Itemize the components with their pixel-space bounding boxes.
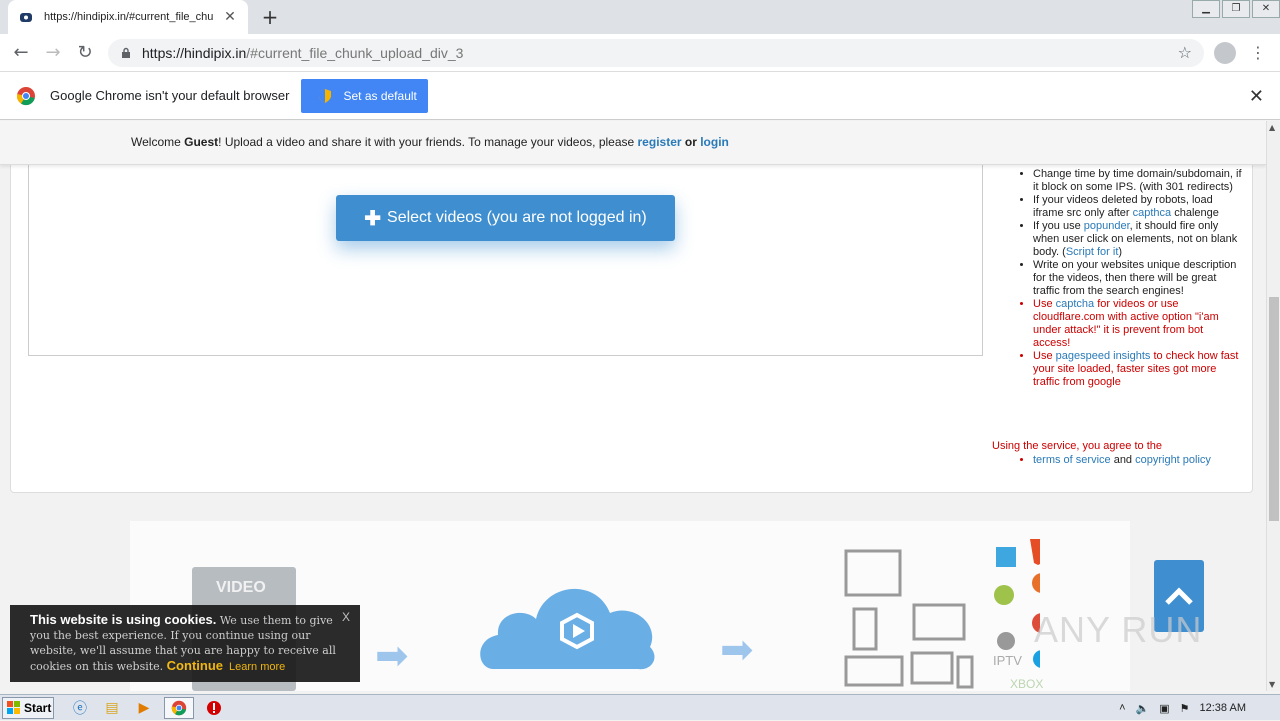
cookie-continue-button[interactable]: Continue [167, 658, 223, 673]
cloud-upload-icon [480, 588, 655, 670]
pagespeed-link[interactable]: pagespeed insights [1056, 350, 1151, 362]
restore-icon[interactable]: ❐ [1222, 0, 1250, 18]
tips-list: Change time by time domain/subdomain, if… [1015, 168, 1243, 389]
page-viewport: ✚ Select videos (you are not logged in) … [0, 121, 1266, 691]
shield-icon [319, 88, 332, 103]
select-videos-button[interactable]: ✚ Select videos (you are not logged in) [336, 195, 675, 241]
welcome-bar: Welcome Guest! Upload a video and share … [0, 121, 1266, 165]
tab-strip: https://hindipix.in/#current_file_chu ✕ … [0, 0, 1280, 34]
back-icon[interactable]: ← [8, 41, 34, 65]
tip-item: If you use popunder, it should fire only… [1033, 220, 1243, 259]
chevron-up-icon [1165, 587, 1193, 605]
tip-item: Write on your websites unique descriptio… [1033, 259, 1243, 298]
lock-icon [122, 47, 130, 58]
default-browser-infobar: Google Chrome isn't your default browser… [0, 72, 1280, 120]
system-tray: ˄ 🔈 ▣ ⚑ 12:38 AM [1119, 695, 1280, 721]
infobar-close-icon[interactable]: ✕ [1249, 86, 1264, 107]
script-link[interactable]: Script for it [1066, 246, 1119, 258]
tab-title: https://hindipix.in/#current_file_chu [44, 11, 214, 23]
copyright-link[interactable]: copyright policy [1135, 454, 1211, 466]
xbox-label: XBOX [1010, 677, 1044, 691]
taskbar-clock[interactable]: 12:38 AM [1200, 702, 1246, 714]
agreement-heading: Using the service, you agree to the [992, 440, 1162, 452]
video-label: VIDEO [216, 579, 266, 596]
agreement-item: terms of service and copyright policy [1033, 454, 1211, 466]
scroll-up-icon[interactable]: ▲ [1269, 123, 1275, 132]
register-link[interactable]: register [638, 135, 682, 149]
welcome-message: ! Upload a video and share it with your … [218, 135, 638, 149]
page-scrollbar[interactable]: ▲ ▼ [1266, 121, 1280, 691]
address-bar[interactable]: https://hindipix.in/#current_file_chunk_… [108, 39, 1204, 67]
file-explorer-icon[interactable]: ▤ [100, 697, 124, 719]
cookie-banner: X This website is using cookies. We use … [10, 605, 360, 682]
forward-icon[interactable]: → [40, 41, 66, 65]
url-host: https://hindipix.in [142, 45, 247, 61]
close-window-icon[interactable]: ✕ [1252, 0, 1280, 18]
upload-card: ✚ Select videos (you are not logged in) … [10, 151, 1253, 493]
browser-tab[interactable]: https://hindipix.in/#current_file_chu ✕ [8, 0, 248, 34]
cookie-close-button[interactable]: X [342, 610, 350, 625]
start-button[interactable]: Start [2, 696, 54, 719]
chrome-logo-icon [16, 86, 35, 105]
action-center-flag-icon[interactable]: ⚑ [1180, 702, 1190, 715]
tip-item-warning: Use captcha for videos or use cloudflare… [1033, 298, 1243, 350]
anyrun-watermark: ANY RUN [1034, 609, 1203, 650]
tip-text: Use [1033, 350, 1056, 362]
welcome-prefix: Welcome [131, 135, 185, 149]
welcome-or: or [681, 135, 701, 149]
browser-toolbar: ← → ↻ https://hindipix.in/#current_file_… [0, 34, 1280, 72]
captcha-link[interactable]: capthca [1133, 207, 1172, 219]
url-path: /#current_file_chunk_upload_div_3 [246, 45, 464, 61]
chrome-taskbar-icon[interactable] [164, 696, 194, 719]
bookmark-star-icon[interactable]: ☆ [1178, 43, 1192, 62]
cookie-title: This website is using cookies. [30, 612, 217, 627]
arrow-right-icon: ➡ [375, 633, 409, 679]
tip-item: If your videos deleted by robots, load i… [1033, 194, 1243, 220]
upload-drop-area[interactable]: ✚ Select videos (you are not logged in) [28, 162, 983, 356]
windows-logo-icon [7, 700, 20, 714]
tip-item-warning: Use pagespeed insights to check how fast… [1033, 350, 1243, 389]
agreement-and: and [1110, 454, 1136, 466]
popunder-link[interactable]: popunder [1084, 220, 1130, 232]
tip-text: ) [1118, 246, 1123, 258]
scroll-down-icon[interactable]: ▼ [1269, 680, 1275, 689]
set-default-label: Set as default [343, 88, 417, 103]
plus-icon: ✚ [364, 207, 382, 230]
select-videos-label: Select videos (you are not logged in) [387, 209, 647, 226]
tip-text: If you use [1033, 220, 1084, 232]
start-label: Start [24, 700, 52, 715]
media-player-icon[interactable]: ▶ [132, 697, 156, 719]
agreement-links: terms of service and copyright policy [1015, 454, 1211, 466]
tip-text: chalenge [1171, 207, 1219, 219]
reload-icon[interactable]: ↻ [72, 41, 98, 65]
cookie-learn-more-link[interactable]: Learn more [229, 661, 285, 673]
windows-taskbar: Start ⓔ ▤ ▶ ˄ 🔈 ▣ ⚑ 12:38 AM [0, 694, 1280, 720]
captcha-link-2[interactable]: captcha [1056, 298, 1095, 310]
profile-avatar-icon[interactable] [1214, 42, 1236, 64]
tab-close-icon[interactable]: ✕ [222, 9, 238, 25]
login-link[interactable]: login [700, 135, 729, 149]
internet-explorer-icon[interactable]: ⓔ [68, 697, 92, 719]
stop-sign-icon[interactable] [202, 697, 226, 719]
url-text: https://hindipix.in/#current_file_chunk_… [142, 45, 463, 61]
new-tab-button[interactable]: + [258, 6, 282, 28]
minimize-icon[interactable]: ▁ [1192, 0, 1220, 18]
site-favicon-icon [18, 9, 34, 25]
terms-link[interactable]: terms of service [1033, 454, 1111, 466]
welcome-user: Guest [184, 135, 219, 149]
tip-text: Change time by time domain/subdomain, if… [1033, 168, 1242, 193]
tip-item: Change time by time domain/subdomain, if… [1033, 168, 1243, 194]
window-controls: ▁ ❐ ✕ [1190, 0, 1280, 20]
chrome-menu-icon[interactable]: ⋮ [1250, 42, 1266, 64]
network-icon[interactable]: ▣ [1159, 702, 1169, 715]
tray-expand-icon[interactable]: ˄ [1119, 702, 1125, 714]
scrollbar-thumb[interactable] [1269, 297, 1279, 521]
set-default-button[interactable]: Set as default [301, 78, 429, 113]
volume-icon[interactable]: 🔈 [1136, 702, 1150, 715]
iptv-label: IPTV [993, 653, 1022, 668]
arrow-right-icon: ➡ [720, 627, 754, 673]
infobar-message: Google Chrome isn't your default browser [50, 88, 290, 103]
tip-text: Write on your websites unique descriptio… [1033, 259, 1237, 297]
tip-text: Use [1033, 298, 1056, 310]
